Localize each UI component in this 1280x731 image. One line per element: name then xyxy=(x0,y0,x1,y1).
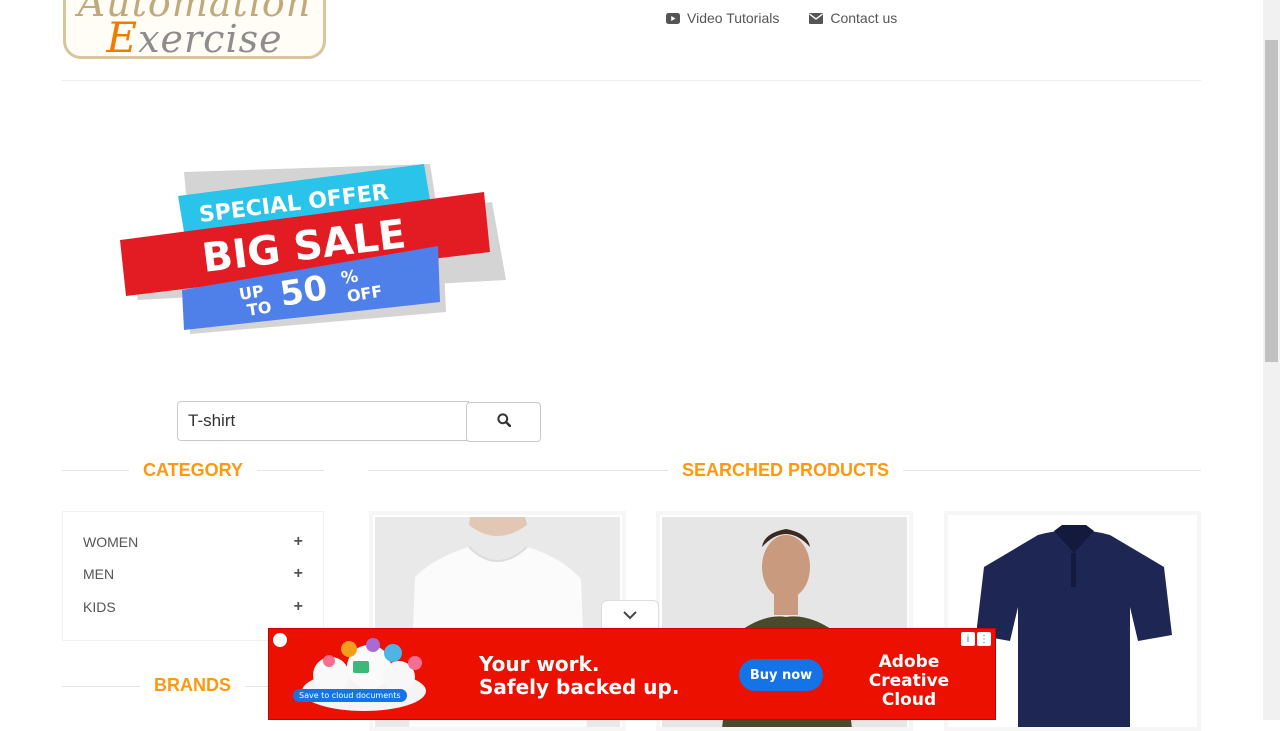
logo-text-line2: Exercise xyxy=(66,13,323,59)
plus-icon[interactable]: + xyxy=(294,533,303,551)
nav-video-label: Video Tutorials xyxy=(687,10,780,26)
banner-percent: 50 xyxy=(277,268,330,315)
category-title: CATEGORY xyxy=(129,460,258,481)
ad-brand-line2: Creative Cloud xyxy=(868,671,950,710)
ad-brand-line1: Adobe xyxy=(878,652,940,672)
top-nav: Video Tutorials Contact us xyxy=(666,10,897,26)
adobe-ad-banner[interactable]: Save to cloud documents Your work. Safel… xyxy=(268,628,996,720)
category-panel: WOMEN + MEN + KIDS + xyxy=(62,511,324,641)
category-item-men[interactable]: MEN + xyxy=(83,565,303,583)
nav-contact-label: Contact us xyxy=(830,10,898,26)
category-label: MEN xyxy=(83,566,115,582)
vertical-scrollbar[interactable] xyxy=(1263,0,1280,720)
plus-icon[interactable]: + xyxy=(294,565,303,583)
ad-info-controls[interactable]: i ⋮ xyxy=(961,632,991,646)
category-item-women[interactable]: WOMEN + xyxy=(83,533,303,551)
sale-banner: SPECIAL OFFER BIG SALE UP TO 50 % OFF xyxy=(118,160,510,345)
brands-title: BRANDS xyxy=(140,675,246,696)
header-divider xyxy=(62,80,1201,81)
ad-collapse-tab[interactable] xyxy=(601,600,659,630)
scrollbar-thumb[interactable] xyxy=(1265,40,1278,362)
info-icon[interactable]: i xyxy=(961,632,975,646)
ad-brand: Adobe Creative Cloud xyxy=(843,653,975,710)
envelope-icon xyxy=(809,12,824,24)
chevron-down-icon xyxy=(622,607,638,625)
ad-headline-line1: Your work. xyxy=(479,652,600,676)
logo-cap-letter: E xyxy=(106,13,139,59)
ad-headline-line2: Safely backed up. xyxy=(479,675,680,699)
ad-illustration xyxy=(289,631,439,720)
products-title: SEARCHED PRODUCTS xyxy=(668,460,904,481)
search-icon xyxy=(496,412,511,432)
ad-buy-now-button[interactable]: Buy now xyxy=(739,659,823,691)
search-button[interactable] xyxy=(466,402,541,442)
site-logo[interactable]: Automation Exercise xyxy=(63,0,326,59)
category-label: WOMEN xyxy=(83,534,139,550)
ad-headline: Your work. Safely backed up. xyxy=(479,653,679,699)
category-item-kids[interactable]: KIDS + xyxy=(83,598,303,616)
shield-icon xyxy=(273,633,287,647)
category-label: KIDS xyxy=(83,599,116,615)
banner-to: TO xyxy=(246,297,273,320)
plus-icon[interactable]: + xyxy=(294,598,303,616)
ad-small-cta[interactable]: Save to cloud documents xyxy=(293,689,407,702)
search-input[interactable] xyxy=(177,401,469,441)
youtube-play-icon xyxy=(666,12,680,24)
logo-rest: xercise xyxy=(138,17,283,59)
more-options-icon[interactable]: ⋮ xyxy=(977,632,991,646)
nav-contact-us[interactable]: Contact us xyxy=(809,10,897,26)
nav-video-tutorials[interactable]: Video Tutorials xyxy=(666,10,779,26)
